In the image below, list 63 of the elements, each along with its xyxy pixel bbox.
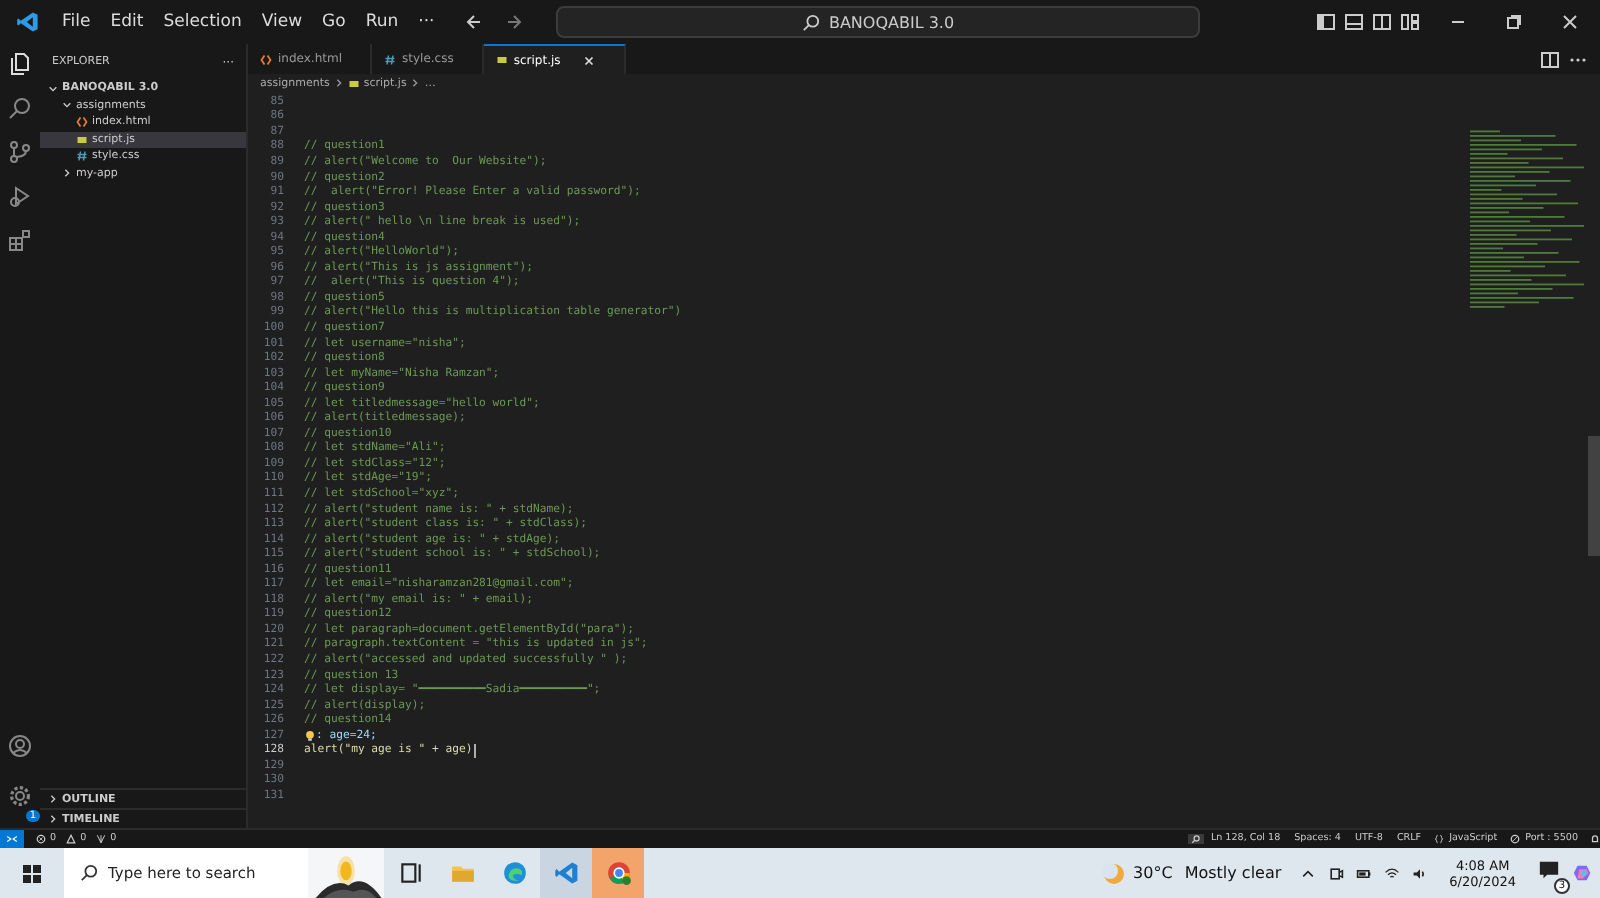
close-icon[interactable]: [1560, 12, 1580, 32]
start-icon[interactable]: [22, 863, 42, 883]
warning-icon: [66, 834, 77, 844]
chevron-icon: [333, 78, 344, 88]
zoom-icon[interactable]: [1188, 834, 1205, 844]
remote-icon[interactable]: [0, 830, 24, 848]
source-control-icon[interactable]: [8, 140, 32, 164]
wifi-icon[interactable]: [1383, 865, 1400, 881]
menu-item[interactable]: View: [251, 8, 313, 36]
code-editor-icon: [553, 860, 579, 886]
css-file-icon: [76, 150, 88, 163]
menu-item[interactable]: Selection: [153, 8, 252, 36]
chevron-up-icon[interactable]: [1299, 865, 1316, 881]
settings-icon[interactable]: [8, 784, 32, 808]
run-debug-icon[interactable]: [8, 184, 32, 208]
browser-icon: [605, 860, 631, 886]
close-icon[interactable]: [582, 53, 597, 67]
window-title: BANOQABIL 3.0: [828, 13, 955, 31]
split-layout-icon[interactable]: [1372, 12, 1392, 32]
battery-icon[interactable]: [1355, 865, 1372, 881]
moon-weather-icon: [1101, 861, 1126, 885]
sidebar-toggle-icon[interactable]: [1316, 12, 1336, 32]
braces-icon: [1433, 834, 1444, 844]
scrollbar-thumb[interactable]: [1588, 436, 1600, 556]
browser-icon: [501, 860, 527, 886]
html-file-icon: [260, 53, 272, 65]
menu-item[interactable]: Go: [312, 8, 356, 36]
forward-arrow-icon[interactable]: [504, 12, 525, 32]
menu-item[interactable]: Run: [355, 8, 409, 36]
html-file-icon: [76, 116, 88, 129]
temperature[interactable]: 30°C: [1133, 864, 1173, 882]
js-file-icon: [347, 77, 360, 89]
text-cursor: [474, 743, 477, 758]
volume-icon[interactable]: [1411, 865, 1428, 881]
js-file-icon: [495, 54, 508, 66]
search-icon[interactable]: [8, 96, 32, 120]
files-icon[interactable]: [8, 52, 32, 76]
antenna-icon: [96, 834, 107, 844]
search-icon: [802, 13, 821, 31]
menu-item[interactable]: File: [52, 8, 101, 36]
menu-item[interactable]: ···: [408, 8, 445, 36]
extensions-icon[interactable]: [8, 228, 32, 252]
copilot-icon[interactable]: [1572, 862, 1594, 884]
task-view-icon: [397, 860, 423, 886]
command-center[interactable]: BANOQABIL 3.0: [556, 6, 1201, 38]
bell-icon[interactable]: [1590, 834, 1600, 844]
menu-item[interactable]: Edit: [100, 8, 154, 36]
layout-icon[interactable]: [1400, 12, 1420, 32]
split-editor-icon[interactable]: [1540, 49, 1560, 69]
notification-icon[interactable]: [1538, 860, 1560, 882]
weather-text[interactable]: Mostly clear: [1184, 864, 1282, 882]
css-file-icon: [384, 53, 396, 65]
meet-icon[interactable]: [1327, 865, 1344, 881]
restore-icon[interactable]: [1504, 12, 1524, 32]
panel-toggle-icon[interactable]: [1344, 12, 1364, 32]
account-icon[interactable]: [8, 734, 32, 758]
code-editor-logo: [16, 10, 40, 34]
chevron-icon: [62, 168, 72, 179]
back-arrow-icon[interactable]: [464, 12, 485, 32]
broadcast-icon: [1509, 834, 1520, 844]
error-icon: [36, 834, 46, 844]
chevron-icon: [410, 78, 421, 88]
lightbulb-icon[interactable]: [304, 729, 316, 742]
